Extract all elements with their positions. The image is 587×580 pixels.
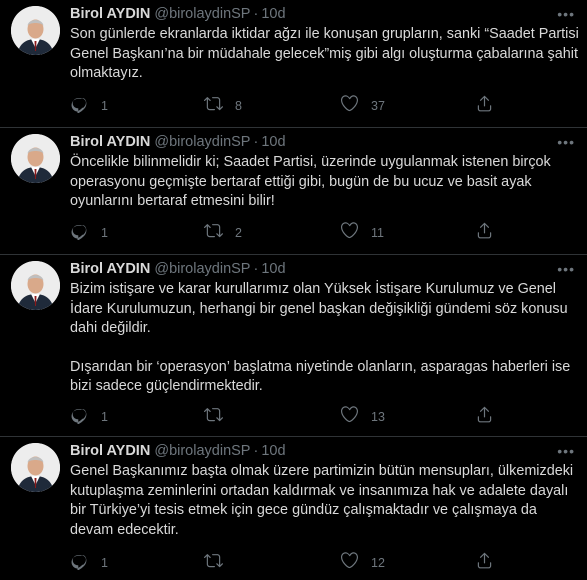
author-name[interactable]: Birol AYDIN bbox=[70, 6, 150, 22]
tweet-paragraph: Dışarıdan bir ‘operasyon’ başlatma niyet… bbox=[70, 358, 571, 395]
tweet-text: Öncelikle bilinmelidir ki; Saadet Partis… bbox=[70, 153, 580, 212]
like-icon bbox=[340, 551, 359, 575]
tweet-actions: 1 12 bbox=[70, 551, 500, 575]
author-handle[interactable]: @birolaydinSP bbox=[154, 261, 250, 277]
share-button[interactable] bbox=[475, 221, 494, 245]
author-handle[interactable]: @birolaydinSP bbox=[154, 6, 250, 22]
tweet-paragraph: Öncelikle bilinmelidir ki; Saadet Partis… bbox=[70, 154, 551, 209]
share-icon bbox=[475, 94, 494, 118]
reply-icon bbox=[70, 551, 89, 575]
separator-dot: · bbox=[253, 6, 259, 22]
retweet-icon bbox=[204, 221, 223, 245]
tweet-timestamp[interactable]: 10d bbox=[261, 134, 285, 150]
retweet-button[interactable]: 2 bbox=[204, 223, 242, 243]
avatar[interactable] bbox=[11, 6, 60, 55]
like-count: 13 bbox=[371, 410, 385, 424]
tweet-paragraph: Genel Başkanımız başta olmak üzere parti… bbox=[70, 463, 574, 538]
like-button[interactable]: 12 bbox=[340, 551, 385, 575]
tweet-text: Bizim istişare ve karar kurullarımız ola… bbox=[70, 280, 580, 397]
tweet[interactable]: Birol AYDIN @birolaydinSP · 10d ••• Bizim … bbox=[0, 255, 587, 437]
retweet-count: 2 bbox=[235, 226, 242, 240]
reply-button[interactable]: 1 bbox=[70, 223, 108, 243]
author-handle[interactable]: @birolaydinSP bbox=[154, 443, 250, 459]
tweet-paragraph: Bizim istişare ve karar kurullarımız ola… bbox=[70, 281, 568, 336]
more-icon[interactable]: ••• bbox=[557, 441, 575, 461]
like-icon bbox=[340, 221, 359, 245]
tweet[interactable]: Birol AYDIN @birolaydinSP · 10d ••• Son gü… bbox=[0, 0, 587, 128]
like-button[interactable]: 37 bbox=[340, 94, 385, 118]
separator-dot: · bbox=[253, 443, 259, 459]
author-handle[interactable]: @birolaydinSP bbox=[154, 134, 250, 150]
reply-icon bbox=[70, 405, 89, 429]
like-count: 37 bbox=[371, 99, 385, 113]
reply-count: 1 bbox=[101, 410, 108, 424]
author-name[interactable]: Birol AYDIN bbox=[70, 134, 150, 150]
tweet-actions: 1 2 11 bbox=[70, 221, 500, 245]
tweet[interactable]: Birol AYDIN @birolaydinSP · 10d ••• Genel … bbox=[0, 437, 587, 580]
like-button[interactable]: 13 bbox=[340, 405, 385, 429]
reply-icon bbox=[70, 221, 89, 245]
like-icon bbox=[340, 94, 359, 118]
like-icon bbox=[340, 405, 359, 429]
reply-button[interactable]: 1 bbox=[70, 553, 108, 573]
tweet-text: Genel Başkanımız başta olmak üzere parti… bbox=[70, 462, 580, 540]
retweet-icon bbox=[204, 94, 223, 118]
more-icon[interactable]: ••• bbox=[557, 4, 575, 24]
like-button[interactable]: 11 bbox=[340, 221, 384, 245]
avatar[interactable] bbox=[11, 443, 60, 492]
share-button[interactable] bbox=[475, 94, 494, 118]
retweet-button[interactable] bbox=[204, 407, 235, 427]
separator-dot: · bbox=[253, 261, 259, 277]
retweet-icon bbox=[204, 551, 223, 575]
tweet-timestamp[interactable]: 10d bbox=[261, 6, 285, 22]
tweet-actions: 1 8 37 bbox=[70, 94, 500, 118]
share-icon bbox=[475, 405, 494, 429]
retweet-count: 8 bbox=[235, 99, 242, 113]
author-name[interactable]: Birol AYDIN bbox=[70, 443, 150, 459]
share-icon bbox=[475, 221, 494, 245]
more-icon[interactable]: ••• bbox=[557, 259, 575, 279]
retweet-button[interactable]: 8 bbox=[204, 96, 242, 116]
share-icon bbox=[475, 551, 494, 575]
reply-button[interactable]: 1 bbox=[70, 407, 108, 427]
like-count: 12 bbox=[371, 556, 385, 570]
tweet[interactable]: Birol AYDIN @birolaydinSP · 10d ••• Önceli… bbox=[0, 128, 587, 255]
like-count: 11 bbox=[371, 226, 384, 240]
retweet-button[interactable] bbox=[204, 553, 235, 573]
avatar[interactable] bbox=[11, 261, 60, 310]
tweet-text: Son günlerde ekranlarda iktidar ağzı ile… bbox=[70, 25, 580, 84]
more-icon[interactable]: ••• bbox=[557, 132, 575, 152]
retweet-icon bbox=[204, 405, 223, 429]
author-name[interactable]: Birol AYDIN bbox=[70, 261, 150, 277]
avatar[interactable] bbox=[11, 134, 60, 183]
reply-button[interactable]: 1 bbox=[70, 96, 108, 116]
reply-count: 1 bbox=[101, 99, 108, 113]
reply-count: 1 bbox=[101, 556, 108, 570]
separator-dot: · bbox=[253, 134, 259, 150]
share-button[interactable] bbox=[475, 551, 494, 575]
reply-count: 1 bbox=[101, 226, 108, 240]
tweet-timestamp[interactable]: 10d bbox=[261, 261, 285, 277]
reply-icon bbox=[70, 94, 89, 118]
tweet-actions: 1 13 bbox=[70, 405, 500, 429]
tweet-timestamp[interactable]: 10d bbox=[261, 443, 285, 459]
share-button[interactable] bbox=[475, 405, 494, 429]
tweet-paragraph: Son günlerde ekranlarda iktidar ağzı ile… bbox=[70, 26, 579, 81]
